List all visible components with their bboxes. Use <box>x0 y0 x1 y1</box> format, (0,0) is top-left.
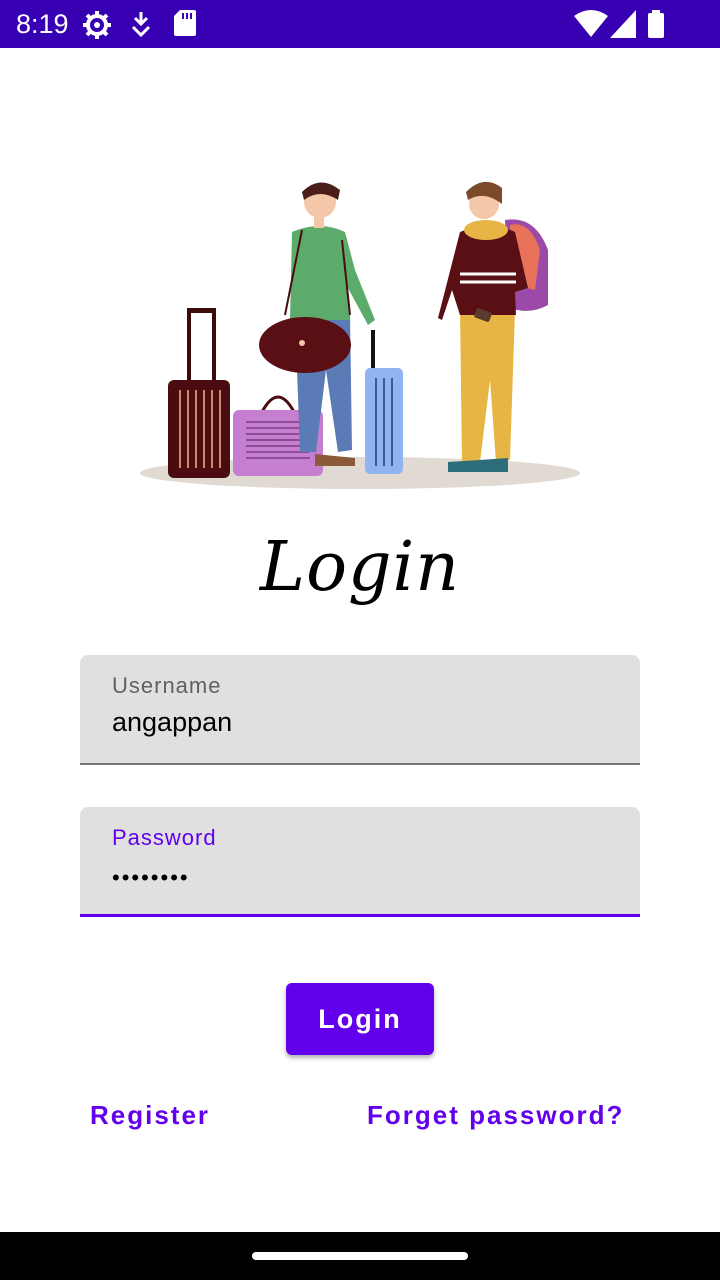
password-underline <box>80 914 640 917</box>
download-icon <box>131 12 151 38</box>
password-label: Password <box>112 825 217 850</box>
travelers-with-luggage-illustration <box>140 181 580 489</box>
login-button[interactable]: Login <box>286 983 434 1055</box>
password-field[interactable]: Password •••••••• <box>80 807 640 917</box>
register-link[interactable]: Register <box>90 1100 210 1131</box>
home-handle[interactable] <box>252 1252 468 1260</box>
forget-password-link[interactable]: Forget password? <box>367 1100 624 1131</box>
password-value: •••••••• <box>112 865 190 890</box>
wifi-icon <box>574 10 608 37</box>
signal-icon <box>610 10 636 38</box>
page-title: Login <box>259 528 461 607</box>
username-value: angappan <box>112 707 233 737</box>
username-field[interactable]: Username angappan <box>80 655 640 765</box>
username-underline <box>80 763 640 765</box>
username-label: Username <box>112 673 222 698</box>
status-time: 8:19 <box>16 9 69 39</box>
navigation-bar <box>0 1232 720 1280</box>
status-bar: 8:19 <box>0 0 720 48</box>
sd-card-icon <box>174 10 196 36</box>
settings-icon <box>83 11 111 39</box>
battery-icon <box>648 10 664 38</box>
